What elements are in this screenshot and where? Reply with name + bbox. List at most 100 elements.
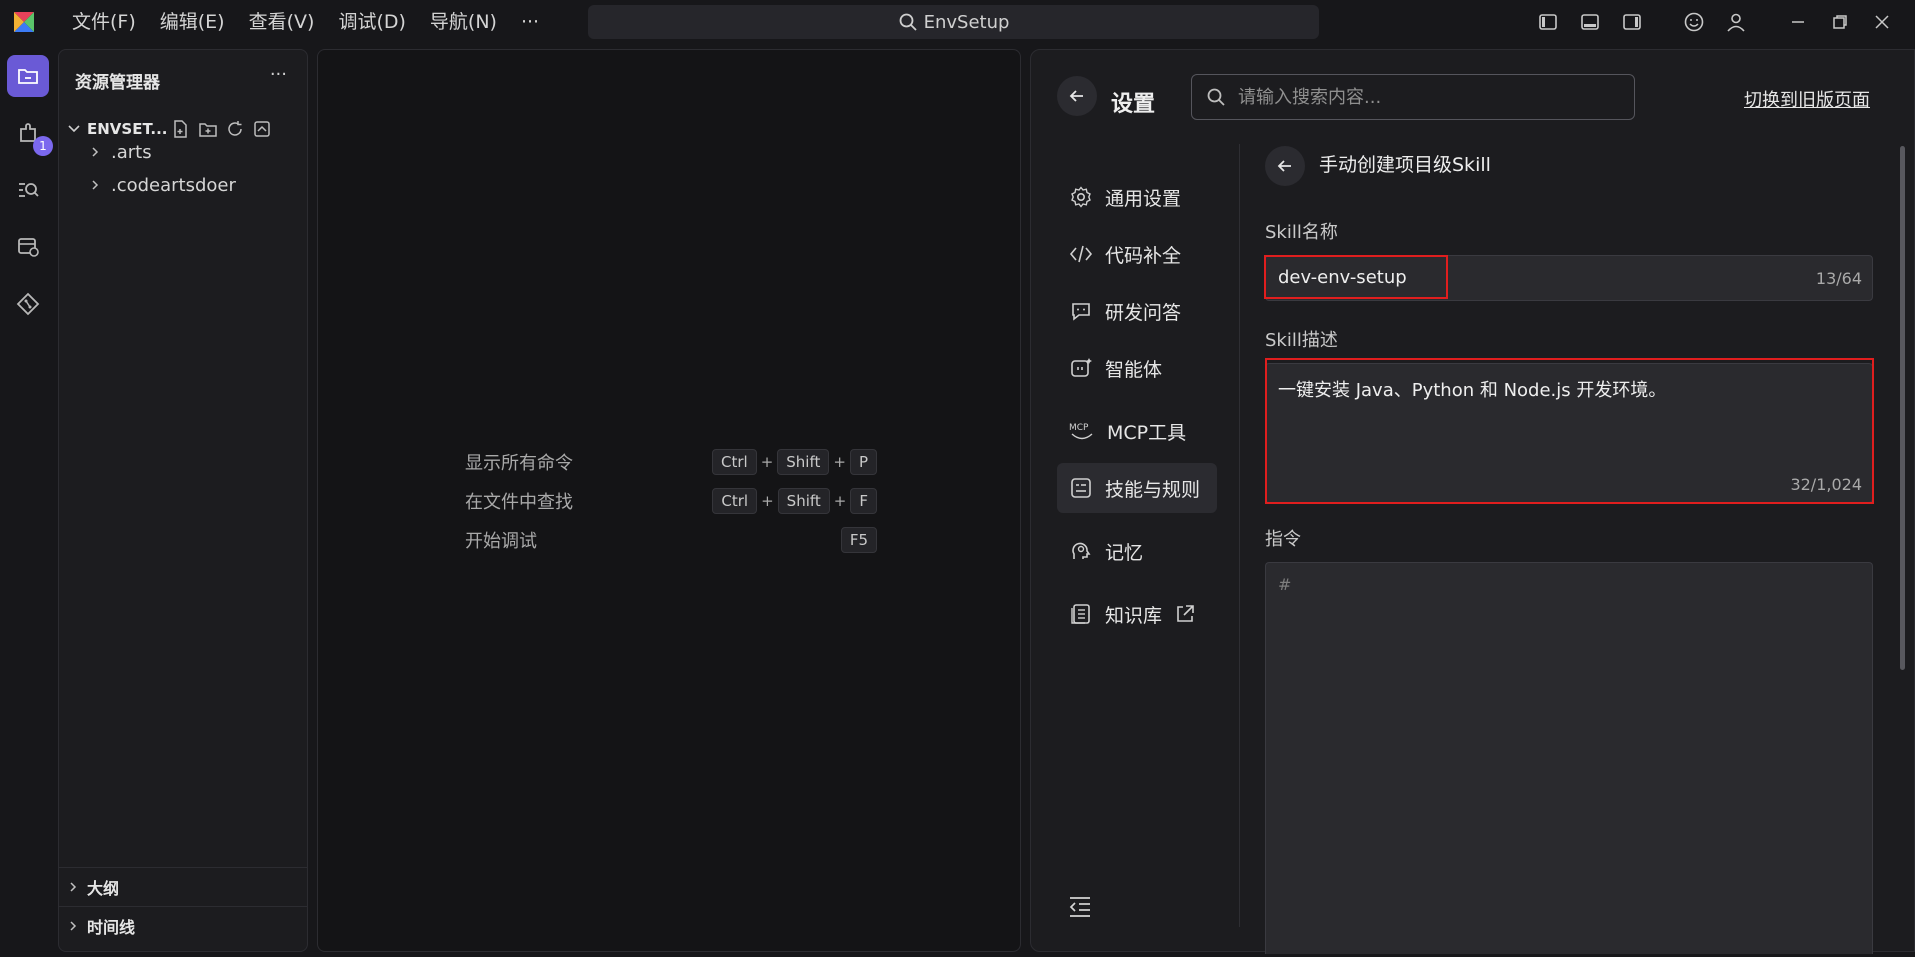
- explorer-title: 资源管理器: [75, 73, 160, 93]
- menu-debug[interactable]: 调试(D): [326, 0, 417, 44]
- shortcut-find-in-files[interactable]: 在文件中查找 Ctrl + Shift + F: [465, 486, 877, 516]
- chevron-right-icon: [70, 881, 77, 892]
- chevron-down-icon: [68, 125, 80, 133]
- tree-item-codeartsdoer[interactable]: .codeartsdoer: [89, 170, 236, 200]
- nav-code-completion[interactable]: 代码补全: [1057, 229, 1217, 279]
- new-file-icon[interactable]: [171, 119, 191, 139]
- nav-general-settings[interactable]: 通用设置: [1057, 172, 1217, 222]
- instruction-textarea[interactable]: #: [1265, 562, 1873, 954]
- outline-section[interactable]: 大纲: [59, 867, 307, 905]
- search-code-icon[interactable]: [7, 169, 49, 211]
- tree-item-label: .codeartsdoer: [111, 174, 236, 196]
- arrow-left-icon: [1277, 160, 1291, 172]
- menu-more[interactable]: ···: [509, 0, 551, 44]
- shortcut-show-commands[interactable]: 显示所有命令 Ctrl + Shift + P: [465, 447, 877, 477]
- new-folder-icon[interactable]: [198, 119, 218, 139]
- menu-view[interactable]: 查看(V): [237, 0, 327, 44]
- menu-file[interactable]: 文件(F): [60, 0, 148, 44]
- plus-sign: +: [833, 453, 846, 471]
- tasks-icon[interactable]: [7, 226, 49, 268]
- search-icon: [899, 13, 917, 31]
- minimize-icon[interactable]: [1777, 0, 1819, 44]
- settings-search-box[interactable]: [1191, 74, 1635, 120]
- command-center-text: EnvSetup: [923, 11, 1010, 33]
- nav-label: 记忆: [1105, 541, 1144, 564]
- key-cap: Ctrl: [712, 488, 758, 514]
- close-icon[interactable]: [1861, 0, 1903, 44]
- settings-back-button[interactable]: [1057, 76, 1097, 116]
- shortcut-keys: Ctrl + Shift + P: [711, 449, 877, 475]
- settings-panel: 设置 切换到旧版页面 通用设置 代码补全 研发问答 智能体 MCP MCP工具: [1030, 49, 1915, 954]
- tree-item-label: .arts: [111, 141, 152, 163]
- nav-mcp-tools[interactable]: MCP MCP工具: [1057, 406, 1217, 456]
- robot-icon: [1071, 358, 1092, 377]
- toggle-secondary-sidebar-icon[interactable]: [1611, 0, 1653, 44]
- menu-edit[interactable]: 编辑(E): [148, 0, 237, 44]
- chevron-right-icon: [70, 920, 77, 931]
- title-bar-actions: [1527, 0, 1903, 44]
- nav-label: 代码补全: [1105, 244, 1182, 267]
- shortcut-label: 在文件中查找: [465, 492, 573, 513]
- collapse-nav-icon[interactable]: [1067, 894, 1093, 924]
- extensions-icon[interactable]: 1: [7, 112, 53, 156]
- explorer-panel: 资源管理器 ··· ENVSET... .arts .codeartsdoer …: [58, 49, 308, 952]
- editor-area: 显示所有命令 Ctrl + Shift + P 在文件中查找 Ctrl + Shift…: [317, 49, 1021, 952]
- app-window: 文件(F) 编辑(E) 查看(V) 调试(D) 导航(N) ··· EnvSet…: [0, 0, 1915, 957]
- instruction-placeholder: #: [1278, 575, 1292, 594]
- project-name: ENVSET...: [87, 120, 167, 138]
- shortcut-label: 开始调试: [465, 531, 537, 552]
- arrow-left-icon: [1069, 90, 1083, 102]
- switch-old-page-link[interactable]: 切换到旧版页面: [1744, 86, 1870, 112]
- collapse-all-icon[interactable]: [252, 119, 272, 139]
- svg-text:MCP: MCP: [1069, 423, 1089, 433]
- settings-scrollbar[interactable]: [1900, 146, 1905, 670]
- settings-title: 设置: [1111, 92, 1156, 117]
- key-cap: F: [850, 488, 877, 514]
- code-icon: [1069, 245, 1093, 263]
- timeline-section[interactable]: 时间线: [59, 906, 307, 944]
- toggle-panel-icon[interactable]: [1569, 0, 1611, 44]
- search-icon: [1207, 88, 1225, 106]
- skill-name-counter: 13/64: [1815, 269, 1862, 288]
- subpage-back-button[interactable]: [1265, 146, 1305, 186]
- command-center-search[interactable]: EnvSetup: [588, 5, 1319, 39]
- menu-navigate[interactable]: 导航(N): [418, 0, 509, 44]
- extensions-badge: 1: [33, 136, 53, 156]
- gear-icon: [1071, 186, 1091, 208]
- skill-desc-label: Skill描述: [1265, 330, 1338, 351]
- explorer-more-button[interactable]: ···: [270, 64, 287, 85]
- toggle-primary-sidebar-icon[interactable]: [1527, 0, 1569, 44]
- external-link-icon: [1177, 605, 1194, 622]
- mcp-icon: MCP: [1069, 423, 1093, 440]
- explorer-icon[interactable]: [7, 55, 49, 97]
- feedback-smile-icon[interactable]: [1673, 0, 1715, 44]
- shortcut-label: 显示所有命令: [465, 453, 573, 474]
- activity-bar: 1: [0, 44, 56, 957]
- subpage-title: 手动创建项目级Skill: [1319, 154, 1491, 176]
- nav-skills-rules[interactable]: 技能与规则: [1057, 463, 1217, 513]
- restore-icon[interactable]: [1819, 0, 1861, 44]
- settings-search-input[interactable]: [1238, 86, 1618, 108]
- nav-divider: [1239, 144, 1240, 927]
- plus-sign: +: [761, 492, 774, 510]
- source-control-icon[interactable]: [7, 283, 49, 325]
- nav-memory[interactable]: 记忆: [1057, 526, 1217, 576]
- nav-dev-qa[interactable]: 研发问答: [1057, 286, 1217, 336]
- plus-sign: +: [760, 453, 774, 471]
- nav-label: 通用设置: [1105, 187, 1182, 210]
- nav-label: MCP工具: [1107, 421, 1187, 444]
- account-icon[interactable]: [1715, 0, 1757, 44]
- shortcut-start-debug[interactable]: 开始调试 F5: [465, 525, 877, 555]
- timeline-label: 时间线: [87, 917, 136, 937]
- nav-knowledge-base[interactable]: 知识库: [1057, 589, 1237, 639]
- chevron-right-icon: [92, 147, 99, 157]
- nav-agent[interactable]: 智能体: [1057, 343, 1217, 393]
- skill-name-label: Skill名称: [1265, 222, 1338, 243]
- chat-icon: [1072, 303, 1090, 321]
- brain-head-icon: [1072, 542, 1091, 559]
- tree-item-arts[interactable]: .arts: [89, 137, 152, 167]
- app-logo-icon: [14, 12, 34, 32]
- instruction-label: 指令: [1265, 529, 1301, 550]
- outline-label: 大纲: [87, 878, 120, 898]
- refresh-icon[interactable]: [225, 119, 245, 139]
